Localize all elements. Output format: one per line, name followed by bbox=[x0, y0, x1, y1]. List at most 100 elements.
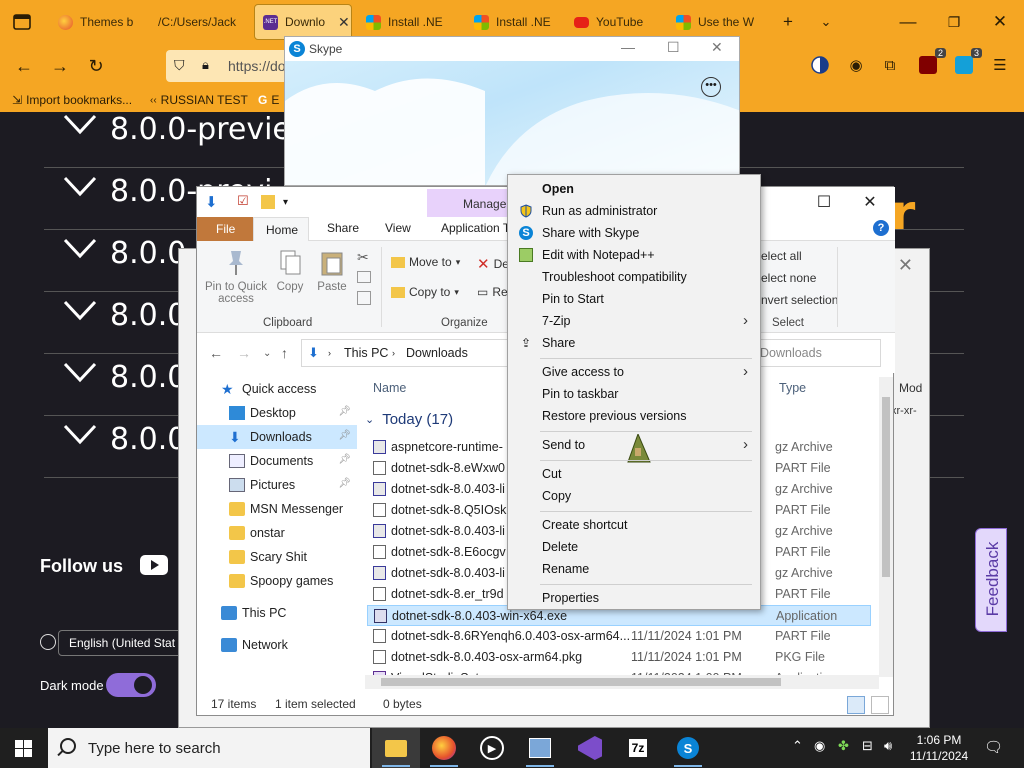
pin-icon[interactable]: 📌︎ bbox=[338, 406, 351, 417]
back-arrow-icon[interactable]: ← bbox=[209, 345, 223, 361]
column-header-name[interactable]: Name bbox=[373, 381, 406, 395]
menu-hamburger-icon[interactable]: ☰ bbox=[988, 53, 1012, 77]
tab-home[interactable]: Home bbox=[253, 217, 309, 242]
tab-list-icon[interactable] bbox=[0, 0, 44, 44]
taskbar-visual-studio[interactable] bbox=[566, 728, 614, 768]
horizontal-scrollbar[interactable] bbox=[365, 675, 879, 689]
breadcrumb-downloads[interactable]: Downloads bbox=[406, 346, 468, 360]
bookmark-google[interactable]: G E bbox=[258, 93, 279, 107]
scrollbar-thumb[interactable] bbox=[882, 397, 890, 577]
browser-tab-use-the-w[interactable]: Use the W bbox=[668, 4, 768, 40]
select-all-button[interactable]: elect all bbox=[761, 249, 802, 263]
menu-item-properties[interactable]: Properties bbox=[510, 587, 758, 609]
close-icon[interactable]: ✕ bbox=[711, 39, 723, 56]
extensions-puzzle-icon[interactable]: ⧉ bbox=[878, 53, 902, 77]
menu-item-restore-versions[interactable]: Restore previous versions bbox=[510, 405, 758, 427]
taskbar-firefox[interactable] bbox=[420, 728, 468, 768]
nav-desktop[interactable]: Desktop 📌︎ bbox=[197, 401, 357, 425]
browser-tab-install-net-2[interactable]: Install .NE bbox=[466, 4, 566, 40]
recent-locations-chevron-icon[interactable]: ⌄ bbox=[263, 348, 271, 359]
tray-skype-icon[interactable]: ◉ bbox=[814, 738, 825, 754]
scrollbar-thumb[interactable] bbox=[381, 678, 781, 686]
menu-item-copy[interactable]: Copy bbox=[510, 485, 758, 507]
copy-to-button[interactable]: Copy to ▾ bbox=[391, 285, 459, 299]
file-row[interactable]: dotnet-sdk-8.0.403-osx-arm64.pkg 11/11/2… bbox=[367, 647, 871, 668]
feedback-button[interactable]: Feedback bbox=[975, 528, 1007, 632]
close-icon[interactable]: ✕ bbox=[898, 255, 913, 276]
restore-icon[interactable]: ❐ bbox=[932, 0, 976, 44]
tab-view[interactable]: View bbox=[385, 221, 411, 235]
skype-window[interactable]: S Skype — ☐ ✕ ••• bbox=[284, 36, 740, 186]
menu-item-open[interactable]: Open bbox=[510, 178, 758, 200]
extension-icon[interactable]: 3 bbox=[952, 48, 982, 77]
browser-tab-install-net-1[interactable]: Install .NE bbox=[358, 4, 458, 40]
customize-qat-icon[interactable]: ▾ bbox=[283, 197, 288, 208]
breadcrumb-this-pc[interactable]: This PC bbox=[344, 346, 388, 360]
nav-quick-access[interactable]: ★ Quick access bbox=[197, 377, 357, 401]
cut-scissors-icon[interactable]: ✂ bbox=[357, 249, 369, 266]
menu-item-troubleshoot[interactable]: Troubleshoot compatibility bbox=[510, 266, 758, 288]
nav-onstar[interactable]: onstar bbox=[197, 521, 357, 545]
menu-item-run-as-admin[interactable]: Run as administrator bbox=[510, 200, 758, 222]
account-icon[interactable]: ◉ bbox=[844, 53, 868, 77]
forward-arrow-icon[interactable]: → bbox=[237, 345, 251, 361]
nav-pictures[interactable]: Pictures 📌︎ bbox=[197, 473, 357, 497]
file-row[interactable]: dotnet-sdk-8.6RYenqh6.0.403-osx-arm64...… bbox=[367, 626, 871, 647]
notification-center-icon[interactable]: 🗨︎ bbox=[984, 738, 1003, 756]
maximize-icon[interactable]: ☐ bbox=[801, 189, 847, 215]
minimize-icon[interactable]: — bbox=[886, 0, 930, 44]
close-icon[interactable]: ✕ bbox=[847, 189, 893, 215]
taskbar-network-app[interactable] bbox=[516, 728, 564, 768]
browser-tab-local-file[interactable]: /C:/Users/Jack bbox=[150, 4, 250, 40]
language-select[interactable]: English (United Stat bbox=[58, 630, 182, 656]
nav-spoopy-games[interactable]: Spoopy games bbox=[197, 569, 357, 593]
select-none-button[interactable]: elect none bbox=[761, 271, 816, 285]
menu-item-rename[interactable]: Rename bbox=[510, 558, 758, 580]
menu-item-share[interactable]: ⇪ Share bbox=[510, 332, 758, 354]
nav-network[interactable]: Network bbox=[197, 633, 357, 657]
tray-volume-icon[interactable]: 🔊︎ bbox=[884, 738, 892, 754]
tray-app-icon[interactable]: ✤ bbox=[838, 738, 849, 754]
dark-mode-toggle[interactable] bbox=[106, 673, 156, 697]
nav-documents[interactable]: Documents 📌︎ bbox=[197, 449, 357, 473]
bookmark-russian-test[interactable]: ‹‹ RUSSIAN TEST bbox=[150, 93, 248, 107]
paste-shortcut-icon[interactable] bbox=[357, 291, 371, 305]
tray-overflow-chevron-icon[interactable]: ⌃ bbox=[792, 738, 803, 754]
tab-application-tools[interactable]: Application T bbox=[441, 221, 510, 235]
menu-item-send-to[interactable]: Send to › bbox=[510, 434, 758, 463]
close-tab-icon[interactable]: ✕ bbox=[338, 14, 350, 31]
youtube-icon[interactable] bbox=[140, 555, 168, 575]
group-header-today[interactable]: ⌄ Today (17) bbox=[365, 411, 453, 428]
move-to-button[interactable]: Move to ▾ bbox=[391, 255, 460, 269]
start-button[interactable] bbox=[0, 728, 48, 768]
tab-share[interactable]: Share bbox=[327, 221, 359, 235]
menu-item-give-access[interactable]: Give access to › bbox=[510, 361, 758, 383]
nav-downloads[interactable]: ⬇ Downloads 📌︎ bbox=[197, 425, 357, 449]
maximize-icon[interactable]: ☐ bbox=[667, 39, 680, 56]
browser-tab-youtube[interactable]: YouTube bbox=[566, 4, 666, 40]
taskbar-search-box[interactable]: Type here to search bbox=[48, 728, 370, 768]
taskbar-clock[interactable]: 1:06 PM 11/11/2024 bbox=[902, 732, 976, 764]
close-window-icon[interactable]: ✕ bbox=[978, 0, 1022, 44]
lock-icon[interactable]: 🔒︎ bbox=[202, 57, 209, 73]
pin-icon[interactable]: 📌︎ bbox=[338, 478, 351, 489]
nav-scary-folder[interactable]: Scary Shit bbox=[197, 545, 357, 569]
pocket-icon[interactable] bbox=[808, 53, 832, 77]
tab-file[interactable]: File bbox=[197, 217, 253, 241]
properties-check-icon[interactable]: ☑ bbox=[237, 193, 249, 209]
minimize-icon[interactable]: — bbox=[621, 39, 635, 55]
taskbar-file-explorer[interactable] bbox=[372, 728, 420, 768]
url-bar[interactable]: ⛉ 🔒︎ https://do bbox=[166, 50, 290, 82]
invert-selection-button[interactable]: nvert selection bbox=[761, 293, 838, 307]
menu-item-share-skype[interactable]: S Share with Skype bbox=[510, 222, 758, 244]
bookmark-import[interactable]: ⇲ Import bookmarks... bbox=[12, 93, 132, 107]
help-icon[interactable]: ? bbox=[873, 220, 889, 236]
taskbar-7zip[interactable]: 7z bbox=[614, 728, 662, 768]
menu-item-pin-taskbar[interactable]: Pin to taskbar bbox=[510, 383, 758, 405]
tab-overflow-chevron-icon[interactable]: ⌄ bbox=[804, 0, 848, 44]
column-header-modified[interactable]: Mod bbox=[899, 381, 922, 395]
pin-to-quick-access-button[interactable]: Pin to Quick access bbox=[203, 249, 269, 305]
taskbar-media-player[interactable]: ▶ bbox=[468, 728, 516, 768]
delete-button[interactable]: ✕ De bbox=[477, 255, 509, 273]
browser-tab-downloads[interactable]: .NET Downlo ✕ bbox=[254, 4, 352, 40]
